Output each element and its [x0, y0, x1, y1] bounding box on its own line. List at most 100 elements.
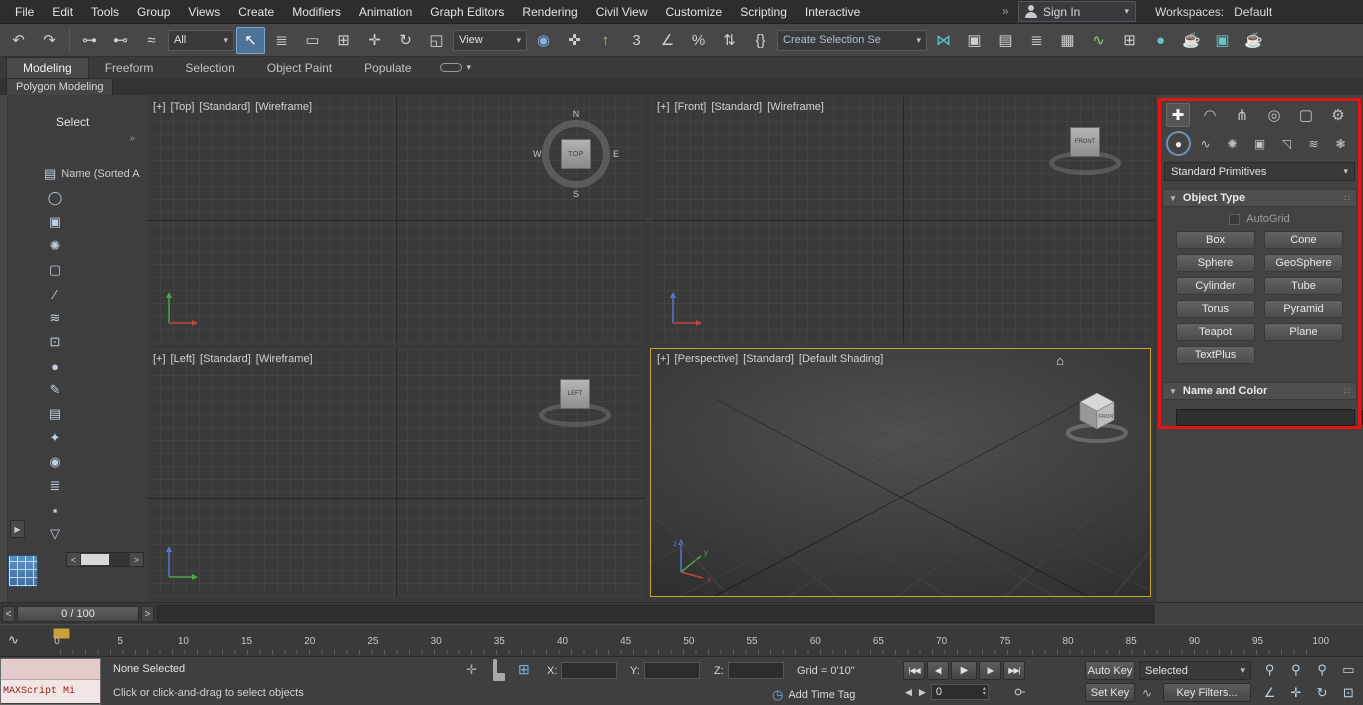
- pan-view-icon[interactable]: ✛: [1283, 682, 1308, 704]
- sign-in-dropdown[interactable]: Sign In ▾: [1018, 1, 1136, 22]
- viewport-menu[interactable]: [Standard]: [199, 101, 250, 113]
- z-coord-input[interactable]: [728, 662, 784, 679]
- systems-icon[interactable]: ❃: [1330, 133, 1351, 154]
- viewport-layout-tabs-icon[interactable]: [8, 555, 38, 587]
- select-by-name-icon[interactable]: ≣: [267, 27, 296, 54]
- previous-frame-step-button[interactable]: <: [2, 606, 15, 622]
- scrollbar-track[interactable]: [80, 553, 130, 566]
- reference-coordinate-dropdown[interactable]: View ▾: [453, 30, 527, 51]
- create-tab-icon[interactable]: ✚: [1166, 103, 1190, 127]
- shapes-icon[interactable]: ∿: [1195, 133, 1216, 154]
- panel-expand-button[interactable]: ▶: [10, 520, 25, 538]
- track-bar[interactable]: ∿ 05101520253035404550556065707580859095…: [0, 624, 1363, 656]
- go-to-end-button[interactable]: ▶▶|: [1003, 661, 1025, 680]
- key-selection-dropdown[interactable]: Selected ▾: [1139, 661, 1251, 680]
- visibility-icon[interactable]: ◉: [44, 451, 66, 473]
- lights-icon[interactable]: ✺: [1222, 133, 1243, 154]
- rectangular-region-icon[interactable]: ▣: [44, 211, 66, 233]
- object-type-button[interactable]: Cone: [1264, 231, 1343, 249]
- selection-filter-icon[interactable]: ▽: [44, 523, 66, 545]
- select-section-header[interactable]: Select: [56, 115, 89, 129]
- align-icon[interactable]: ▣: [960, 27, 989, 54]
- object-type-button[interactable]: Plane: [1264, 323, 1343, 341]
- selection-lock-icon[interactable]: [493, 661, 506, 677]
- modify-tab-icon[interactable]: ◠: [1198, 103, 1222, 127]
- viewport-menu[interactable]: [Wireframe]: [767, 101, 824, 113]
- edit-pen-icon[interactable]: ✎: [44, 379, 66, 401]
- viewport-top[interactable]: [+][Top][Standard][Wireframe] N E S W TO…: [147, 97, 645, 343]
- menu-item[interactable]: Civil View: [587, 1, 657, 23]
- frame-forward-button[interactable]: ▶: [917, 685, 928, 700]
- menu-item[interactable]: Modifiers: [283, 1, 350, 23]
- object-type-button[interactable]: Cylinder: [1176, 277, 1255, 295]
- sphere-select-icon[interactable]: ●: [44, 355, 66, 377]
- rollout-pin-icon[interactable]: ∷: [1344, 386, 1350, 397]
- subobject-box-icon[interactable]: ⊡: [44, 331, 66, 353]
- object-type-button[interactable]: Pyramid: [1264, 300, 1343, 318]
- workspaces-control[interactable]: Workspaces: Default: [1155, 0, 1272, 24]
- workspaces-value[interactable]: Default: [1234, 5, 1272, 19]
- current-frame-spinner[interactable]: 0 ▴ ▾: [931, 684, 989, 700]
- keyboard-shortcut-override-icon[interactable]: ↑: [591, 27, 620, 54]
- viewcube-face[interactable]: LEFT: [560, 379, 590, 409]
- viewport-menu[interactable]: [Front]: [675, 101, 707, 113]
- viewport-menu[interactable]: [+]: [153, 101, 166, 113]
- compass-east[interactable]: E: [613, 149, 619, 159]
- named-selection-sets-icon[interactable]: {}: [746, 27, 775, 54]
- viewcube-face[interactable]: FRONT: [1070, 127, 1100, 157]
- x-coord-input[interactable]: [561, 662, 617, 679]
- compass-south[interactable]: S: [573, 189, 579, 199]
- name-sort-row[interactable]: ▤ Name (Sorted A: [44, 163, 140, 185]
- compass-west[interactable]: W: [533, 149, 542, 159]
- primitives-category-dropdown[interactable]: Standard Primitives ▾: [1164, 162, 1355, 181]
- select-and-rotate-icon[interactable]: ↻: [391, 27, 420, 54]
- object-type-button[interactable]: Teapot: [1176, 323, 1255, 341]
- menu-item[interactable]: Graph Editors: [421, 1, 513, 23]
- rollout-pin-icon[interactable]: ∷: [1344, 193, 1350, 204]
- viewcube[interactable]: LEFT: [537, 373, 613, 435]
- viewport-menu[interactable]: [+]: [657, 101, 670, 113]
- select-and-link-icon[interactable]: ⊶: [75, 27, 104, 54]
- viewport-menu[interactable]: [Wireframe]: [256, 353, 313, 365]
- menu-item[interactable]: Customize: [657, 1, 732, 23]
- y-coord-input[interactable]: [644, 662, 700, 679]
- menu-item[interactable]: Animation: [350, 1, 421, 23]
- soft-selection-icon[interactable]: ≋: [44, 307, 66, 329]
- panel-list-icon[interactable]: ▤: [44, 403, 66, 425]
- section-chevrons-icon[interactable]: »: [129, 133, 135, 144]
- selection-filter-dropdown[interactable]: All ▾: [168, 30, 234, 51]
- display-tab-icon[interactable]: ▢: [1294, 103, 1318, 127]
- viewport-menu[interactable]: [Standard]: [200, 353, 251, 365]
- space-warps-icon[interactable]: ≋: [1303, 133, 1324, 154]
- viewport-menu[interactable]: [Default Shading]: [799, 353, 883, 365]
- orbit-icon[interactable]: ↻: [1310, 682, 1335, 704]
- viewport-perspective-active[interactable]: [+][Perspective][Standard][Default Shadi…: [650, 348, 1151, 597]
- isolate-selection-icon[interactable]: ✛: [466, 662, 477, 678]
- menu-item[interactable]: Views: [179, 1, 229, 23]
- spinner-down-icon[interactable]: ▾: [983, 692, 986, 697]
- select-and-scale-icon[interactable]: ◱: [422, 27, 451, 54]
- tab-object-paint[interactable]: Object Paint: [251, 58, 348, 78]
- scroll-left-button[interactable]: <: [67, 553, 80, 566]
- menu-item[interactable]: Group: [128, 1, 179, 23]
- polygon-modeling-panel-tab[interactable]: Polygon Modeling: [6, 78, 113, 95]
- object-type-button[interactable]: TextPlus: [1176, 346, 1255, 364]
- maxscript-mini-listener[interactable]: MAXScript Mi: [0, 658, 101, 705]
- menu-item[interactable]: Interactive: [796, 1, 869, 23]
- hierarchy-tab-icon[interactable]: ⋔: [1230, 103, 1254, 127]
- viewport-menu[interactable]: [+]: [657, 353, 670, 365]
- key-tangents-icon[interactable]: ∿: [1142, 686, 1152, 700]
- viewcube-home-icon[interactable]: ⌂: [1056, 353, 1064, 368]
- name-color-rollout-header[interactable]: ▼ Name and Color ∷: [1162, 382, 1357, 400]
- redo-icon[interactable]: ↷: [35, 27, 64, 54]
- utilities-tab-icon[interactable]: ⚙: [1326, 103, 1350, 127]
- viewport-menu[interactable]: [Top]: [171, 101, 195, 113]
- curve-editor-icon[interactable]: ∿: [1084, 27, 1113, 54]
- percent-snap-icon[interactable]: %: [684, 27, 713, 54]
- scrollbar-thumb[interactable]: [81, 554, 109, 565]
- schematic-view-icon[interactable]: ⊞: [1115, 27, 1144, 54]
- menu-item[interactable]: Create: [229, 1, 283, 23]
- use-pivot-point-icon[interactable]: ◉: [529, 27, 558, 54]
- viewcube[interactable]: FRONT: [1062, 387, 1132, 445]
- rectangular-selection-region-icon[interactable]: ▭: [298, 27, 327, 54]
